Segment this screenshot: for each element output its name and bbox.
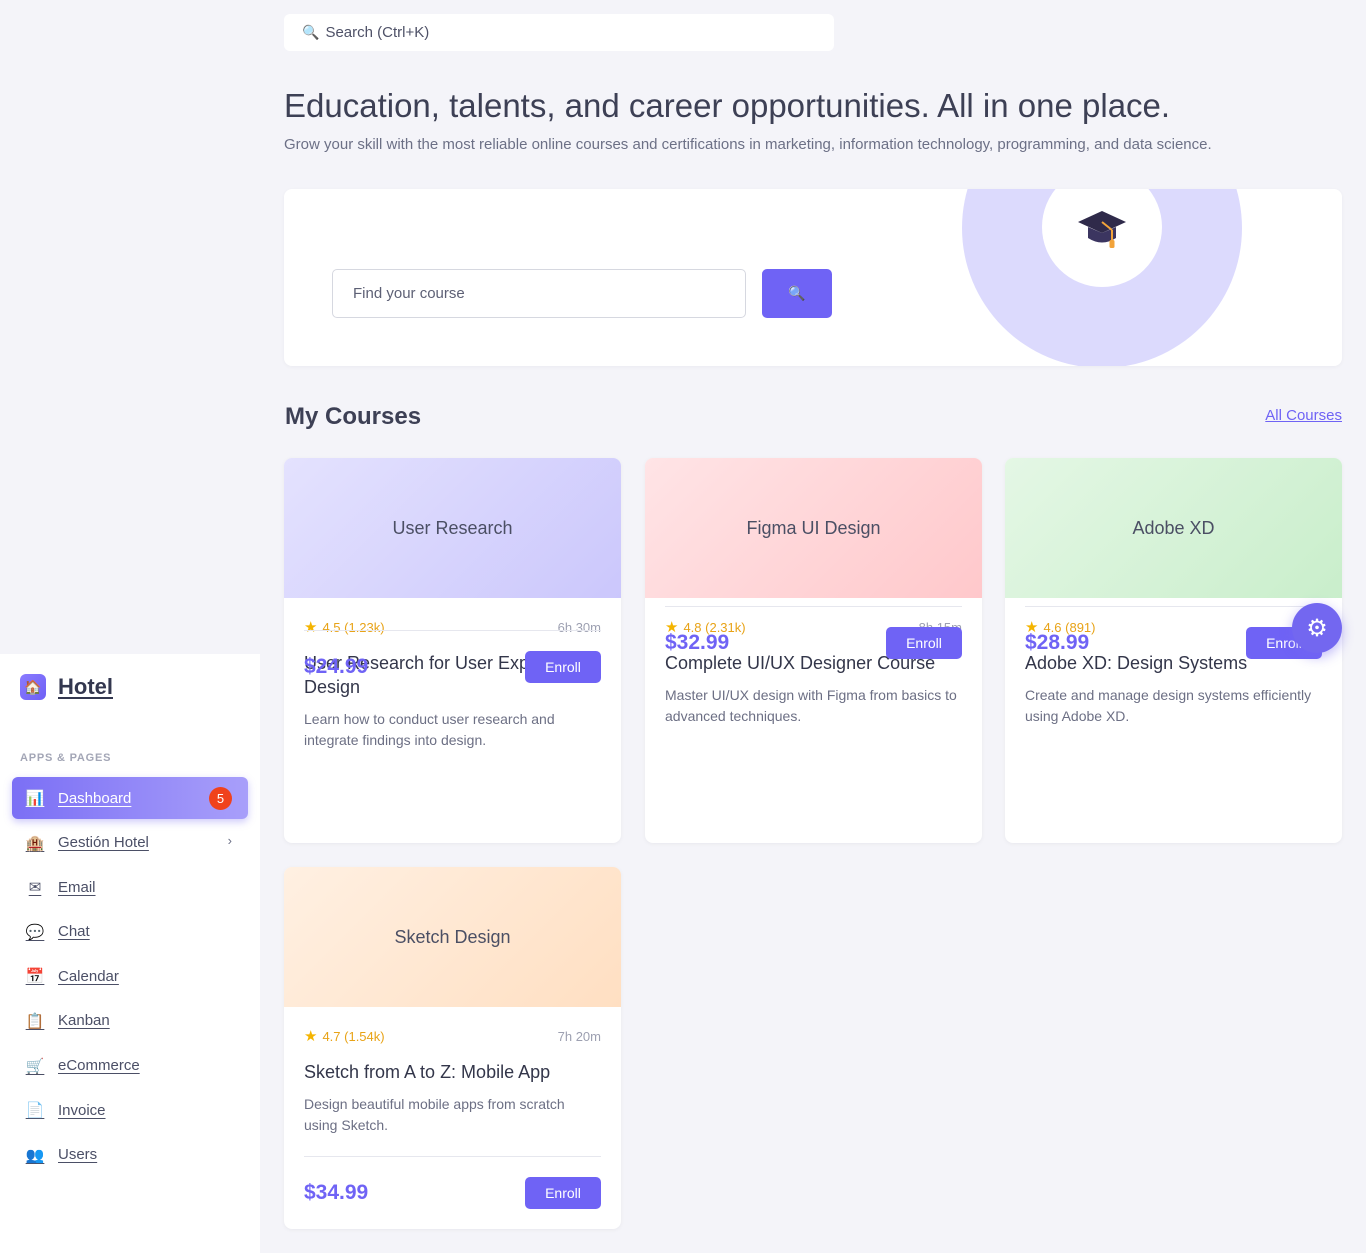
course-banner: User Research xyxy=(284,458,621,598)
course-description: Design beautiful mobile apps from scratc… xyxy=(304,1096,565,1133)
hero-subtitle: Grow your skill with the most reliable o… xyxy=(284,136,1212,153)
course-duration: 7h 20m xyxy=(557,1028,601,1044)
gear-icon: ⚙ xyxy=(1306,614,1328,642)
sidebar-nav: 📊 Dashboard 5 🏨 Gestión Hotel › ✉ Email … xyxy=(12,777,248,1178)
search-icon: 🔍 xyxy=(788,285,806,301)
sidebar-item-label: Calendar xyxy=(58,967,119,985)
star-icon: ★ xyxy=(304,1028,318,1045)
course-price: $34.99 xyxy=(304,1181,369,1204)
course-rating: ★ 4.5 (1.23k) xyxy=(304,619,385,636)
chevron-right-icon: › xyxy=(227,832,232,848)
sidebar-item-label: Dashboard xyxy=(58,789,132,807)
course-price: $28.99 xyxy=(1025,631,1090,654)
notification-badge: 5 xyxy=(209,787,232,810)
course-banner: Figma UI Design xyxy=(645,458,982,598)
enroll-button[interactable]: Enroll xyxy=(525,1177,601,1209)
course-card: Sketch Design ★ 4.7 (1.54k) 7h 20m Sketch… xyxy=(284,867,621,1229)
brand[interactable]: 🏠 Hotel xyxy=(20,674,113,700)
section-label: APPS & PAGES xyxy=(20,752,112,764)
calendar-icon: 📅 xyxy=(25,968,45,986)
find-course-input[interactable] xyxy=(332,269,746,318)
sidebar-item-label: Users xyxy=(58,1146,98,1164)
chart-icon: 📊 xyxy=(25,790,45,807)
sidebar-item-label: Kanban xyxy=(58,1012,110,1030)
divider xyxy=(304,1156,601,1157)
hotel-logo-icon: 🏠 xyxy=(20,674,46,700)
course-card: User Research ★ 4.5 (1.23k) 6h 30m User R… xyxy=(284,458,621,843)
sidebar-item-label: Gestión Hotel xyxy=(58,834,149,852)
global-search-label: Search (Ctrl+K) xyxy=(325,24,430,41)
sidebar-item-label: Email xyxy=(58,878,96,896)
sidebar-item-label: Chat xyxy=(58,923,90,941)
sidebar: 🏠 Hotel APPS & PAGES 📊 Dashboard 5 🏨 Ges… xyxy=(0,654,260,1253)
sidebar-item-chat[interactable]: 💬 Chat xyxy=(12,911,248,953)
users-icon: 👥 xyxy=(25,1146,45,1164)
star-icon: ★ xyxy=(304,619,318,636)
course-banner: Adobe XD xyxy=(1005,458,1342,598)
sidebar-item-users[interactable]: 👥 Users xyxy=(12,1134,248,1176)
course-card: Adobe XD ★4.6 (891) 5h Adobe XD: Design … xyxy=(1005,458,1342,843)
sidebar-item-kanban[interactable]: 📋 Kanban xyxy=(12,1000,248,1042)
enroll-button[interactable]: Enroll xyxy=(525,651,601,683)
sidebar-item-gestion-hotel[interactable]: 🏨 Gestión Hotel › xyxy=(12,822,248,864)
course-search-card: 🔍 xyxy=(284,189,1342,366)
clipboard-icon: 📋 xyxy=(25,1012,45,1030)
course-description: Learn how to conduct user research and i… xyxy=(304,711,555,748)
brand-name: Hotel xyxy=(58,674,113,699)
course-rating: ★ 4.7 (1.54k) xyxy=(304,1028,385,1045)
search-icon: 🔍 xyxy=(302,24,320,40)
course-banner: Sketch Design xyxy=(284,867,621,1007)
course-price: $24.99 xyxy=(304,655,369,678)
my-courses-title: My Courses xyxy=(285,403,422,430)
global-search[interactable]: 🔍 Search (Ctrl+K) xyxy=(284,14,834,51)
graduation-cap-icon xyxy=(1078,211,1126,248)
hero-title: Education, talents, and career opportuni… xyxy=(284,87,1171,124)
enroll-button[interactable]: Enroll xyxy=(886,627,962,659)
course-description: Master UI/UX design with Figma from basi… xyxy=(665,687,957,724)
cart-icon: 🛒 xyxy=(25,1057,45,1075)
sidebar-item-ecommerce[interactable]: 🛒 eCommerce xyxy=(12,1045,248,1087)
course-card: Figma UI Design ★4.8 (2.31k) 8h 15m Comp… xyxy=(645,458,982,843)
all-courses-link[interactable]: All Courses xyxy=(1265,407,1342,424)
sidebar-item-label: eCommerce xyxy=(58,1057,140,1075)
hotel-icon: 🏨 xyxy=(25,834,45,852)
sidebar-item-calendar[interactable]: 📅 Calendar xyxy=(12,955,248,997)
settings-button[interactable]: ⚙ xyxy=(1292,603,1342,653)
sidebar-item-dashboard[interactable]: 📊 Dashboard 5 xyxy=(12,777,248,819)
sidebar-item-label: Invoice xyxy=(58,1101,106,1119)
mail-icon: ✉ xyxy=(28,879,42,897)
divider xyxy=(665,606,962,607)
chat-icon: 💬 xyxy=(25,923,45,941)
find-course-search-button[interactable]: 🔍 xyxy=(762,269,832,318)
sidebar-item-invoice[interactable]: 📄 Invoice xyxy=(12,1089,248,1131)
sidebar-item-email[interactable]: ✉ Email xyxy=(12,866,248,908)
course-title: Sketch from A to Z: Mobile App xyxy=(304,1062,551,1082)
divider xyxy=(1025,606,1322,607)
course-price: $32.99 xyxy=(665,631,730,654)
course-description: Create and manage design systems efficie… xyxy=(1025,687,1312,724)
divider xyxy=(304,630,601,631)
invoice-icon: 📄 xyxy=(25,1102,45,1120)
course-duration: 6h 30m xyxy=(557,619,601,635)
